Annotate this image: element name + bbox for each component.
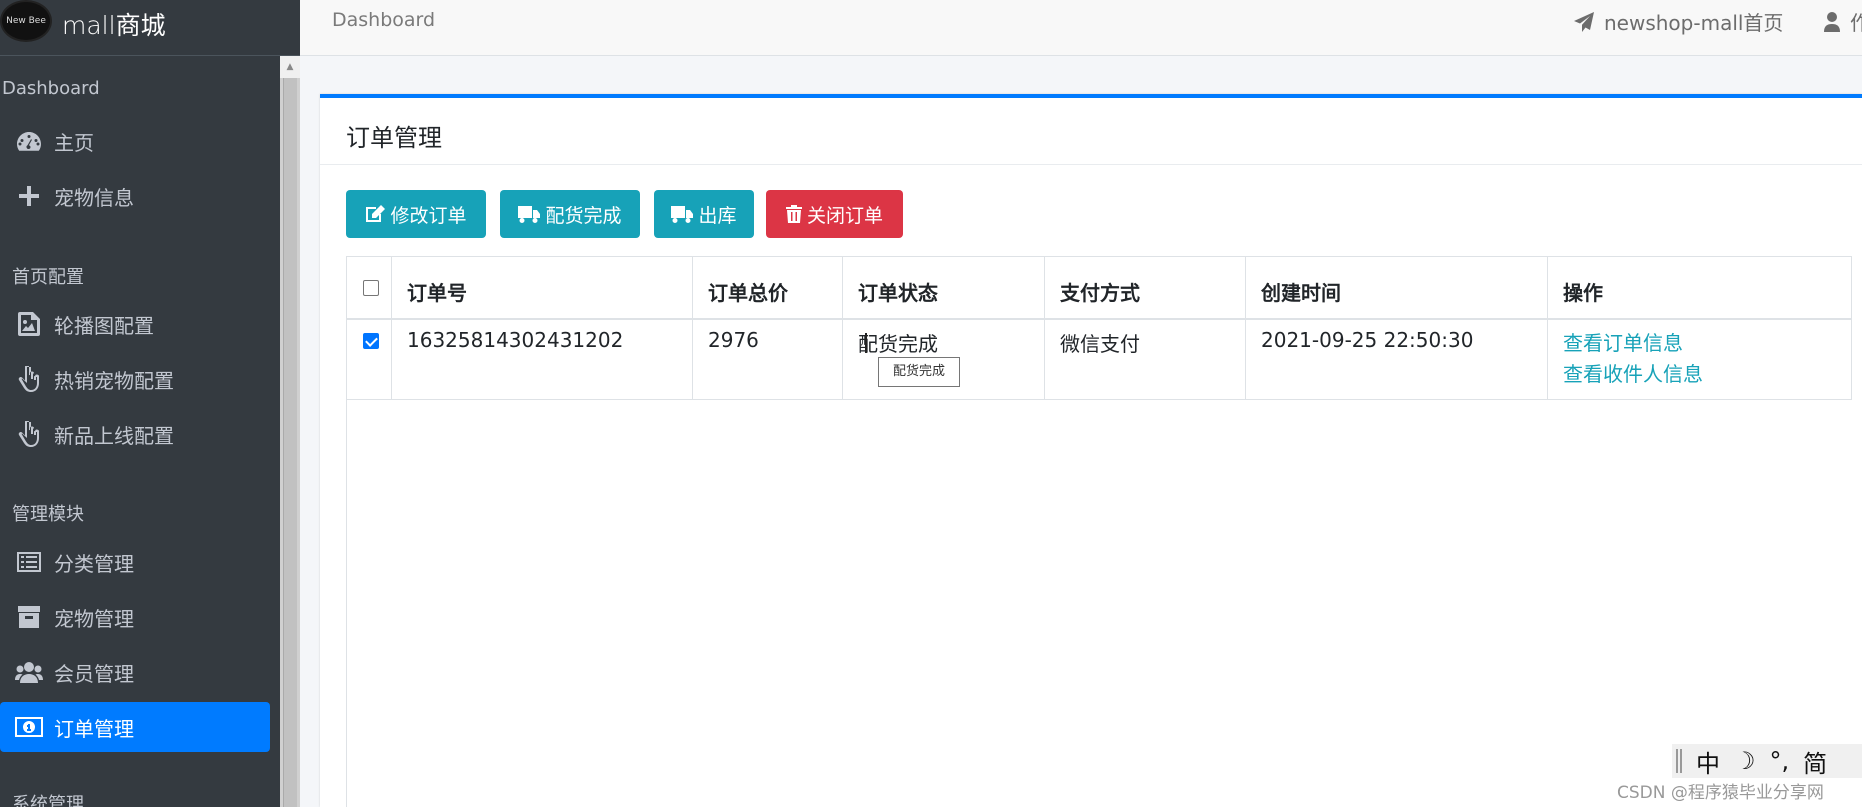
orders-card: 订单管理 修改订单 配货完成 出库 关闭订单 订单号 订单总价 订单状态 支付方… [320, 94, 1862, 807]
picking-complete-label: 配货完成 [545, 204, 622, 227]
row-checkbox[interactable] [363, 333, 379, 349]
edit-order-label: 修改订单 [390, 204, 467, 227]
select-all-checkbox[interactable] [363, 280, 379, 296]
actions-cell: 查看订单信息 查看收件人信息 [1548, 320, 1852, 399]
sidebar-item-hot-pets[interactable]: 热销宠物配置 [0, 354, 270, 404]
ship-out-button[interactable]: 出库 [654, 190, 754, 238]
hand-pointer-icon [15, 366, 43, 392]
sidebar-item-label: 宠物管理 [54, 606, 134, 631]
edit-order-button[interactable]: 修改订单 [346, 190, 486, 238]
page-title: 订单管理 [346, 124, 442, 152]
ime-moon-icon[interactable]: ☽ [1734, 747, 1756, 775]
column-header[interactable]: 订单号 [392, 257, 693, 319]
breadcrumb-dashboard[interactable]: Dashboard [332, 9, 435, 31]
ime-simplified[interactable]: 简 [1803, 744, 1827, 779]
select-all-cell [346, 257, 392, 319]
sidebar-item-members[interactable]: 会员管理 [0, 647, 270, 697]
ime-chinese-mode[interactable]: 中 [1696, 744, 1720, 779]
sidebar: New Bee mall商城 Dashboard 主页 宠物信息 首页配置 轮播… [0, 0, 300, 807]
sidebar-item-label: 会员管理 [54, 661, 134, 686]
sidebar-item-label: 轮播图配置 [54, 313, 154, 338]
top-navbar: Dashboard newshop-mall首页 作 [300, 0, 1862, 56]
column-header[interactable]: 订单状态 [843, 257, 1045, 319]
table-header-row: 订单号 订单总价 订单状态 支付方式 创建时间 操作 [346, 256, 1852, 320]
nav-header-dashboard: Dashboard [2, 78, 100, 99]
table-left-border-empty [346, 400, 347, 807]
sidebar-item-label: 热销宠物配置 [54, 368, 174, 393]
sidebar-item-carousel[interactable]: 轮播图配置 [0, 299, 270, 349]
sidebar-item-pet-management[interactable]: 宠物管理 [0, 592, 270, 642]
scroll-up-arrow-icon[interactable]: ▲ [280, 56, 300, 78]
sidebar-item-label: 宠物信息 [54, 185, 134, 210]
brand-logo: New Bee [2, 2, 50, 40]
users-icon [15, 661, 43, 683]
ime-toolbar[interactable]: 中 ☽ °, 简 [1672, 744, 1862, 778]
ime-punctuation[interactable]: °, [1770, 747, 1790, 775]
picking-complete-button[interactable]: 配货完成 [500, 190, 640, 238]
brand[interactable]: New Bee mall商城 [0, 0, 300, 56]
sidebar-scrollbar[interactable]: ▲ [280, 56, 300, 807]
sidebar-item-home[interactable]: 主页 [0, 116, 270, 166]
close-order-button[interactable]: 关闭订单 [766, 190, 903, 238]
ship-out-label: 出库 [698, 204, 737, 227]
plus-icon [15, 186, 43, 206]
list-icon [15, 552, 43, 572]
column-header[interactable]: 订单总价 [693, 257, 843, 319]
truck-icon [518, 206, 541, 223]
truck-icon [671, 206, 694, 223]
table-row[interactable]: 16325814302431202 2976 配货完成 微信支付 2021-09… [346, 320, 1852, 400]
card-divider [320, 164, 1862, 165]
sidebar-item-label: 订单管理 [54, 716, 134, 741]
text-cursor-icon [864, 333, 868, 353]
pay-method-cell: 微信支付 [1045, 320, 1246, 399]
column-header[interactable]: 创建时间 [1246, 257, 1548, 319]
column-header: 操作 [1548, 257, 1852, 319]
shop-home-link[interactable]: newshop-mall首页 [1574, 7, 1783, 36]
paper-plane-icon [1574, 11, 1594, 32]
nav-header-home-config: 首页配置 [12, 267, 84, 288]
sidebar-item-orders[interactable]: 订单管理 [0, 702, 270, 752]
tachometer-icon [15, 130, 43, 152]
order-number-cell: 16325814302431202 [392, 320, 693, 399]
sidebar-item-category[interactable]: 分类管理 [0, 537, 270, 587]
money-icon [15, 717, 43, 737]
archive-icon [15, 606, 43, 628]
status-tooltip: 配货完成 [878, 357, 960, 387]
sidebar-item-label: 主页 [54, 130, 94, 155]
sidebar-item-pet-info[interactable]: 宠物信息 [0, 171, 270, 221]
sidebar-item-label: 分类管理 [54, 551, 134, 576]
sidebar-item-label: 新品上线配置 [54, 423, 174, 448]
brand-text: mall商城 [62, 11, 166, 40]
scrollbar-thumb[interactable] [283, 78, 297, 807]
edit-icon [366, 205, 386, 222]
user-icon [1824, 11, 1840, 32]
view-recipient-link[interactable]: 查看收件人信息 [1563, 359, 1851, 390]
row-select-cell [346, 320, 392, 399]
nav-header-management: 管理模块 [12, 504, 84, 525]
column-header[interactable]: 支付方式 [1045, 257, 1246, 319]
close-order-label: 关闭订单 [806, 204, 883, 227]
trash-icon [785, 205, 802, 223]
shop-home-label: newshop-mall首页 [1604, 11, 1784, 35]
hand-pointer-icon [15, 421, 43, 447]
sidebar-item-new-arrivals[interactable]: 新品上线配置 [0, 409, 270, 459]
watermark: CSDN @程序猿毕业分享网 [1617, 783, 1824, 803]
order-total-cell: 2976 [693, 320, 843, 399]
nav-header-system: 系统管理 [12, 794, 84, 807]
view-order-link[interactable]: 查看订单信息 [1563, 328, 1851, 359]
user-menu[interactable]: 作 [1824, 7, 1862, 36]
image-icon [15, 312, 43, 336]
user-name: 作 [1850, 11, 1862, 35]
created-time-cell: 2021-09-25 22:50:30 [1246, 320, 1548, 399]
ime-grip-icon[interactable] [1676, 749, 1682, 773]
